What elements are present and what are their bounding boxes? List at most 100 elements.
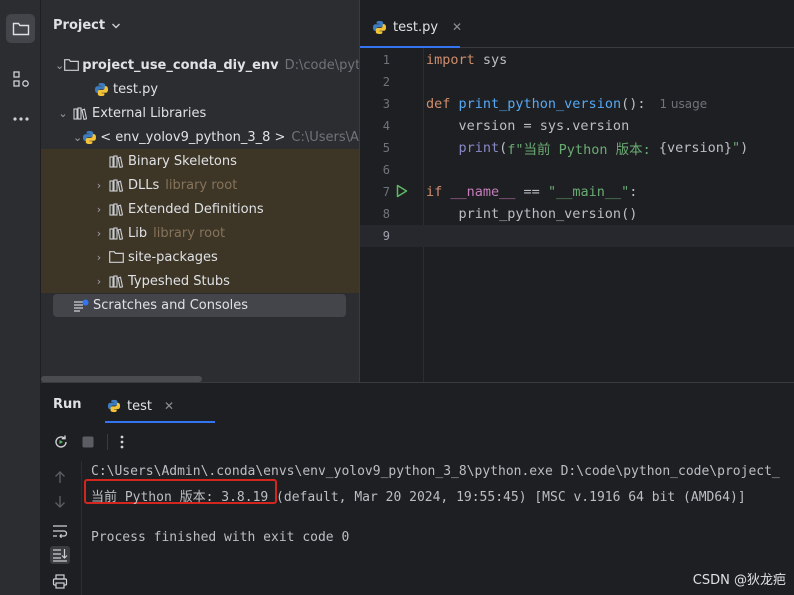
stop-icon[interactable] [81, 435, 95, 449]
project-title: Project [53, 18, 106, 33]
chevron-down-icon[interactable]: ⌄ [73, 131, 82, 144]
run-title: Run [53, 397, 82, 412]
tree-item-typeshed-stubs[interactable]: › Typeshed Stubs [41, 269, 359, 293]
console-output[interactable]: C:\Users\Admin\.conda\envs\env_yolov9_py… [81, 461, 794, 595]
string-token: "__main__" [547, 184, 630, 200]
tree-item-lib[interactable]: › Lib library root [41, 221, 359, 245]
library-root-hint: library root [153, 225, 226, 241]
library-icon [71, 105, 89, 121]
project-header[interactable]: Project [53, 18, 121, 33]
close-icon[interactable]: ✕ [452, 20, 462, 34]
structure-icon[interactable] [6, 64, 35, 93]
run-tool-window: Run test ✕ C:\Users\Admin\.conda\envs\en… [41, 382, 794, 595]
code-token: version = sys.version [426, 118, 630, 134]
code-line[interactable]: 2 [360, 71, 794, 93]
folder-icon [107, 249, 125, 265]
tree-item-label: Extended Definitions [128, 201, 264, 217]
code-token: (): [621, 96, 646, 112]
tree-item-label: < env_yolov9_python_3_8 > [100, 129, 286, 145]
console-version-line: 当前 Python 版本: 3.8.19 (default, Mar 20 20… [91, 486, 746, 505]
library-icon [107, 225, 125, 241]
scratches-icon [73, 299, 89, 313]
console-exit-line: Process finished with exit code 0 [91, 530, 350, 545]
project-panel: Project ⌄ project_use_conda_diy_env D:\c… [41, 0, 359, 382]
editor-tab-bar: test.py ✕ [360, 8, 794, 48]
chevron-down-icon[interactable]: ⌄ [55, 107, 71, 120]
line-number: 5 [382, 141, 390, 155]
dunder-token: __name__ [442, 184, 516, 200]
tab-test-py[interactable]: test.py ✕ [360, 8, 462, 48]
library-root-hint: library root [165, 177, 238, 193]
more-icon[interactable] [6, 104, 35, 133]
tree-item-binary-skeletons[interactable]: Binary Skeletons [41, 149, 359, 173]
tab-label: test.py [393, 19, 439, 35]
python-file-icon [107, 399, 121, 413]
tree-item-external-libraries[interactable]: ⌄ External Libraries [41, 101, 359, 125]
code-line[interactable]: 6 [360, 159, 794, 181]
code-token: ) [740, 140, 749, 156]
rerun-icon[interactable] [53, 434, 69, 450]
code-line[interactable]: 8 print_python_version() [360, 203, 794, 225]
watermark: CSDN @狄龙疤 [692, 573, 786, 588]
scroll-to-end-icon[interactable] [50, 546, 70, 564]
tree-item-dlls[interactable]: › DLLs library root [41, 173, 359, 197]
code-line-current[interactable]: 9 [360, 225, 794, 247]
print-icon[interactable] [50, 572, 70, 590]
tree-item-project-root[interactable]: ⌄ project_use_conda_diy_env D:\code\pyth… [41, 53, 359, 77]
tree-item-label: site-packages [128, 249, 218, 265]
python-sdk-icon [82, 129, 97, 145]
usages-inlay-hint[interactable]: 1 usage [659, 97, 707, 111]
tree-item-scratches[interactable]: Scratches and Consoles [53, 294, 346, 317]
code-token: ( [499, 140, 508, 156]
project-folder-icon[interactable] [6, 14, 35, 43]
arrow-down-icon[interactable] [50, 493, 70, 511]
run-gutter-icon[interactable] [396, 184, 408, 202]
library-icon [107, 201, 125, 217]
tree-item-test-py[interactable]: test.py [41, 77, 359, 101]
chevron-right-icon[interactable]: › [91, 275, 107, 288]
arrow-up-icon[interactable] [50, 468, 70, 486]
tree-item-label: DLLs [128, 177, 160, 193]
code-line[interactable]: 4 version = sys.version [360, 115, 794, 137]
tree-item-extended-definitions[interactable]: › Extended Definitions [41, 197, 359, 221]
code-line[interactable]: 5 print(f"当前 Python 版本: {version} ") [360, 137, 794, 159]
chevron-right-icon[interactable]: › [91, 227, 107, 240]
keyword-token: def [426, 96, 451, 112]
library-icon [107, 177, 125, 193]
string-token: f"当前 Python 版本: [507, 142, 659, 158]
line-number: 3 [382, 97, 390, 111]
tree-item-env[interactable]: ⌄ < env_yolov9_python_3_8 > C:\Users\Adm [41, 125, 359, 149]
function-name-token: print_python_version [450, 96, 622, 112]
chevron-right-icon[interactable]: › [91, 179, 107, 192]
code-token: : [629, 184, 638, 200]
chevron-right-icon[interactable]: › [91, 251, 107, 264]
code-line[interactable]: 3 def print_python_version (): 1 usage [360, 93, 794, 115]
python-file-icon [92, 81, 110, 97]
code-line[interactable]: 7 if __name__ == "__main__": [360, 181, 794, 203]
run-toolbar [41, 427, 794, 457]
chevron-down-icon [112, 23, 121, 28]
more-vertical-icon[interactable] [120, 435, 124, 449]
run-sidebar [41, 461, 81, 595]
close-icon[interactable]: ✕ [164, 399, 174, 413]
tree-item-label: test.py [113, 81, 159, 97]
chevron-down-icon[interactable]: ⌄ [55, 59, 64, 72]
version-rest: (default, Mar 20 2024, 19:55:45) [MSC v.… [268, 490, 746, 505]
tree-item-path: D:\code\python_ [284, 57, 359, 73]
code-line[interactable]: 1 import sys [360, 49, 794, 71]
activity-bar [0, 0, 41, 595]
tree-item-site-packages[interactable]: › site-packages [41, 245, 359, 269]
tree-item-label: project_use_conda_diy_env [82, 57, 279, 73]
tree-item-label: Binary Skeletons [128, 153, 237, 169]
fstring-expr-token: {version} [658, 140, 732, 156]
code-token: == [515, 184, 548, 200]
tree-item-label: Lib [128, 225, 148, 241]
line-number: 1 [382, 53, 390, 67]
soft-wrap-icon[interactable] [50, 522, 70, 540]
run-tab-test[interactable]: test ✕ [105, 391, 215, 423]
line-number: 4 [382, 119, 390, 133]
line-number: 7 [382, 185, 390, 199]
tree-item-label: Scratches and Consoles [93, 298, 249, 313]
tree-item-label: External Libraries [92, 105, 207, 121]
chevron-right-icon[interactable]: › [91, 203, 107, 216]
